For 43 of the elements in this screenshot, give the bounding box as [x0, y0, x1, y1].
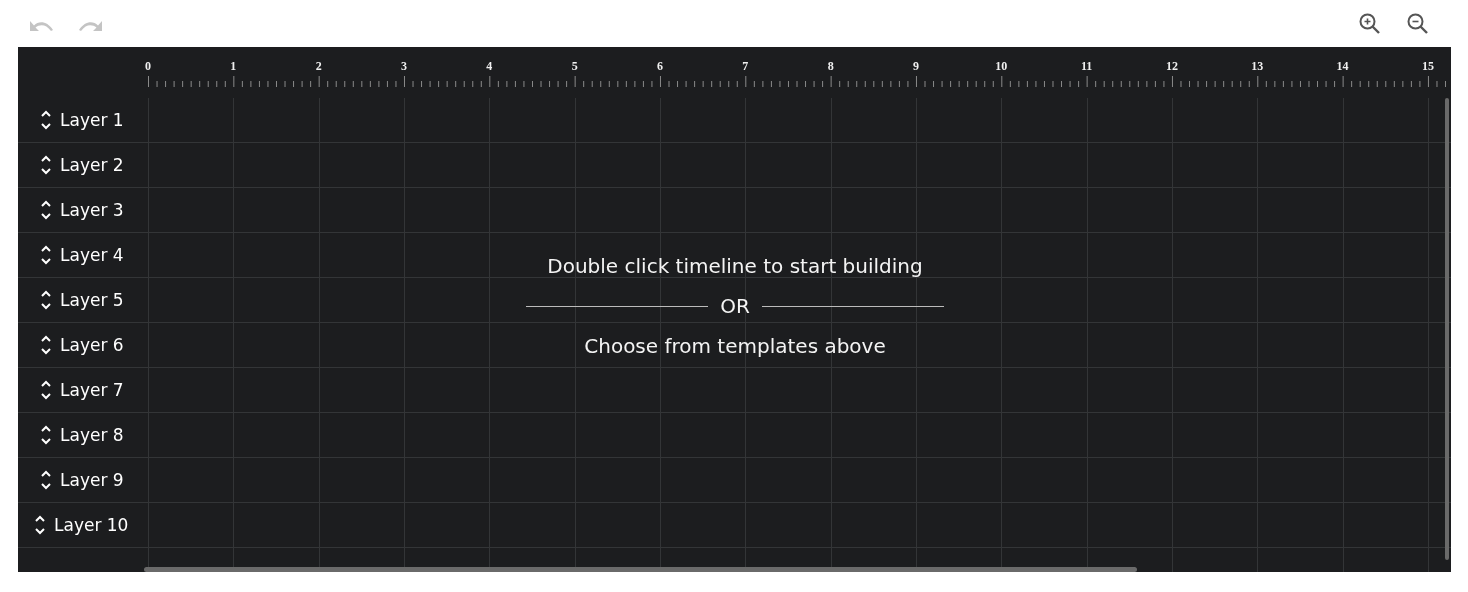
- ruler-label: 9: [912, 59, 919, 73]
- ruler-label: 12: [1165, 59, 1178, 73]
- ruler-label: 15: [1421, 59, 1434, 73]
- empty-state-hint: Choose from templates above: [584, 333, 886, 359]
- layer-label: Layer 4: [60, 245, 124, 265]
- reorder-icon[interactable]: [40, 469, 52, 491]
- reorder-icon[interactable]: [40, 379, 52, 401]
- ruler-label: 6: [657, 59, 663, 73]
- ruler-label: 14: [1336, 59, 1349, 73]
- reorder-icon[interactable]: [40, 244, 52, 266]
- reorder-icon[interactable]: [40, 154, 52, 176]
- separator-text: OR: [720, 293, 750, 319]
- ruler-label: 11: [1080, 59, 1093, 73]
- ruler-label: 4: [486, 59, 493, 73]
- ruler-label: 1: [230, 59, 237, 73]
- zoom-in-button[interactable]: [1358, 11, 1382, 36]
- horizontal-scrollbar[interactable]: [144, 567, 1137, 572]
- zoom-out-button[interactable]: [1406, 11, 1430, 36]
- reorder-icon[interactable]: [40, 289, 52, 311]
- ruler-label: 5: [571, 59, 578, 73]
- ruler-label: 2: [315, 59, 322, 73]
- empty-state-headline: Double click timeline to start building: [547, 253, 923, 279]
- reorder-icon[interactable]: [40, 199, 52, 221]
- layer-label: Layer 10: [54, 515, 129, 535]
- ruler-label: 10: [995, 59, 1008, 73]
- layer-label: Layer 7: [60, 380, 124, 400]
- ruler-label: 7: [742, 59, 749, 73]
- reorder-icon[interactable]: [34, 514, 46, 536]
- reorder-icon[interactable]: [40, 334, 52, 356]
- layer-label: Layer 9: [60, 470, 124, 490]
- layer-label: Layer 8: [60, 425, 124, 445]
- layer-label: Layer 1: [60, 110, 124, 130]
- reorder-icon[interactable]: [40, 424, 52, 446]
- vertical-scrollbar[interactable]: [1445, 98, 1449, 560]
- layer-label: Layer 6: [60, 335, 124, 355]
- layer-label: Layer 3: [60, 200, 124, 220]
- reorder-icon[interactable]: [40, 109, 52, 131]
- ruler-label: 8: [827, 59, 834, 73]
- layer-label: Layer 2: [60, 155, 124, 175]
- ruler-label: 3: [401, 59, 407, 73]
- ruler-label: 13: [1251, 59, 1264, 73]
- ruler-label: 0: [145, 59, 151, 73]
- layer-label: Layer 5: [60, 290, 124, 310]
